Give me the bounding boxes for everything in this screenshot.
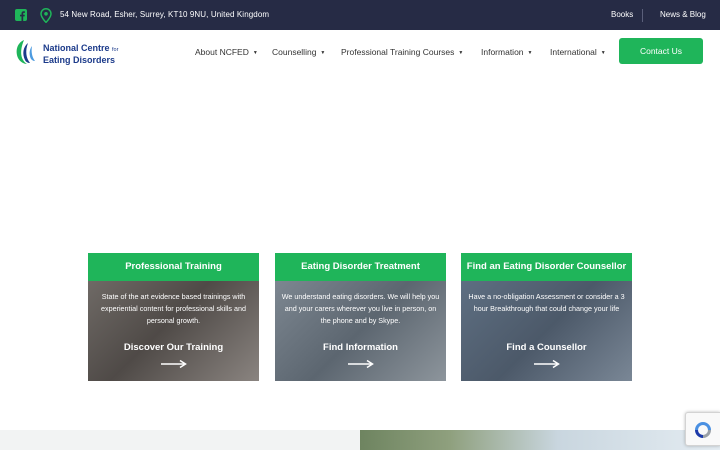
arrow-right-icon[interactable] — [534, 359, 560, 369]
card-cta-link[interactable]: Discover Our Training — [88, 342, 259, 353]
nav-item-label: About NCFED — [195, 47, 249, 57]
nav-item-training-courses[interactable]: Professional Training Courses ▼ — [341, 47, 463, 57]
card-body: Have a no-obligation Assessment or consi… — [461, 281, 632, 381]
card-cta-link[interactable]: Find Information — [275, 342, 446, 353]
bottom-section-photo — [360, 430, 720, 450]
recaptcha-icon — [695, 422, 711, 438]
card-title: Professional Training — [88, 253, 259, 281]
card-body: We understand eating disorders. We will … — [275, 281, 446, 381]
arrow-right-icon[interactable] — [161, 359, 187, 369]
card-professional-training[interactable]: Professional Training State of the art e… — [88, 253, 259, 381]
nav-item-label: International — [550, 47, 597, 57]
card-eating-disorder-treatment[interactable]: Eating Disorder Treatment We understand … — [275, 253, 446, 381]
facebook-icon[interactable] — [15, 9, 27, 21]
nav-item-international[interactable]: International ▼ — [550, 47, 606, 57]
logo-line2: Eating Disorders — [43, 55, 116, 65]
caret-down-icon: ▼ — [600, 50, 606, 56]
arrow-right-icon[interactable] — [348, 359, 374, 369]
logo-line1-small: for — [112, 47, 119, 53]
books-link[interactable]: Books — [611, 10, 633, 19]
card-title: Find an Eating Disorder Counsellor — [461, 253, 632, 281]
recaptcha-badge[interactable] — [685, 412, 720, 446]
card-find-counsellor[interactable]: Find an Eating Disorder Counsellor Have … — [461, 253, 632, 381]
card-body: State of the art evidence based training… — [88, 281, 259, 381]
caret-down-icon: ▼ — [320, 50, 326, 56]
nav-item-information[interactable]: Information ▼ — [481, 47, 532, 57]
caret-down-icon: ▼ — [527, 50, 533, 56]
nav-item-label: Information — [481, 47, 524, 57]
nav-item-label: Counselling — [272, 47, 317, 57]
card-cta-link[interactable]: Find a Counsellor — [461, 342, 632, 353]
nav-item-counselling[interactable]: Counselling ▼ — [272, 47, 325, 57]
logo-text[interactable]: National Centre for Eating Disorders — [43, 43, 118, 65]
caret-down-icon: ▼ — [458, 50, 464, 56]
nav-item-about[interactable]: About NCFED ▼ — [195, 47, 258, 57]
bottom-section-panel — [0, 430, 360, 450]
location-pin-icon — [40, 8, 52, 23]
news-blog-link[interactable]: News & Blog — [660, 10, 706, 19]
card-description: State of the art evidence based training… — [100, 292, 247, 325]
logo-line1: National Centre — [43, 43, 110, 53]
ncfed-logo-icon[interactable] — [14, 39, 38, 65]
contact-us-button[interactable]: Contact Us — [619, 38, 703, 64]
card-description: We understand eating disorders. We will … — [281, 292, 440, 325]
address-text: 54 New Road, Esher, Surrey, KT10 9NU, Un… — [60, 10, 270, 19]
site-header: National Centre for Eating Disorders Abo… — [0, 30, 720, 75]
top-bar: 54 New Road, Esher, Surrey, KT10 9NU, Un… — [0, 0, 720, 30]
top-bar-divider — [642, 9, 643, 22]
nav-item-label: Professional Training Courses — [341, 47, 455, 57]
caret-down-icon: ▼ — [252, 50, 258, 56]
card-description: Have a no-obligation Assessment or consi… — [468, 292, 625, 313]
card-title: Eating Disorder Treatment — [275, 253, 446, 281]
